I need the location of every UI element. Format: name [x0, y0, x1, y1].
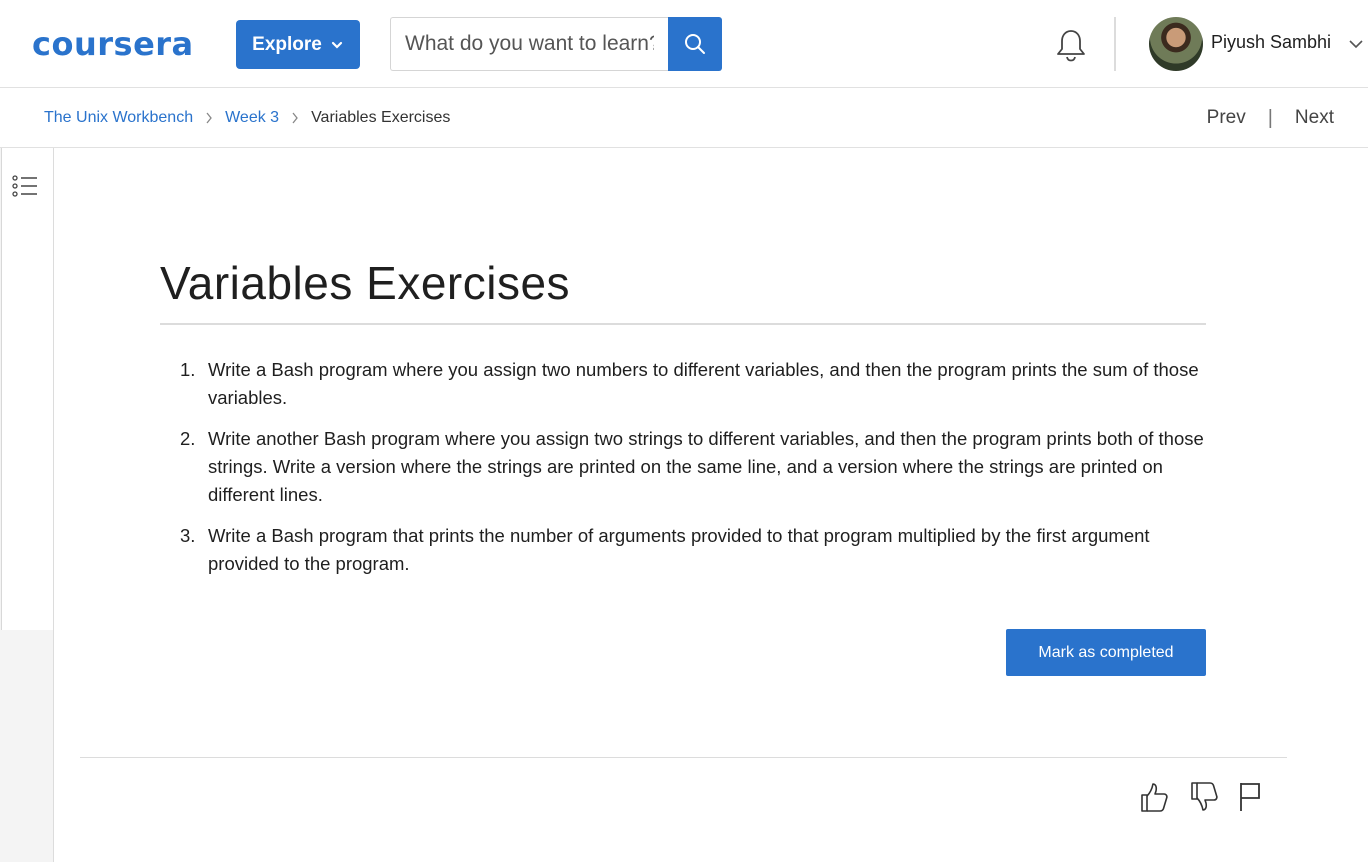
- exercise-list: 1. Write a Bash program where you assign…: [180, 356, 1210, 591]
- left-rail: [0, 148, 54, 862]
- nav-separator: |: [1267, 106, 1273, 129]
- thumbs-down-icon[interactable]: [1188, 780, 1220, 814]
- list-item: 3. Write a Bash program that prints the …: [180, 522, 1210, 578]
- chevron-right-icon: [292, 112, 298, 124]
- mark-completed-button[interactable]: Mark as completed: [1006, 629, 1206, 676]
- breadcrumb-bar: The Unix Workbench Week 3 Variables Exer…: [0, 88, 1368, 148]
- breadcrumb-week[interactable]: Week 3: [225, 109, 279, 127]
- user-name[interactable]: Piyush Sambhi: [1211, 32, 1331, 53]
- prev-next-nav: Prev | Next: [1207, 88, 1334, 148]
- notifications-button[interactable]: [1052, 26, 1090, 64]
- header-divider: [1114, 17, 1116, 71]
- breadcrumb-course[interactable]: The Unix Workbench: [44, 109, 193, 127]
- bell-icon: [1057, 30, 1085, 62]
- top-header: coursera Explore Piyush Sambhi: [0, 0, 1368, 88]
- search-input[interactable]: [390, 17, 668, 71]
- rail-panel: [1, 148, 53, 630]
- explore-button[interactable]: Explore: [236, 20, 360, 69]
- chevron-down-icon[interactable]: [1348, 38, 1364, 50]
- chevron-right-icon: [206, 112, 212, 124]
- list-number: 3.: [180, 525, 196, 546]
- thumbs-up-icon[interactable]: [1138, 780, 1170, 814]
- breadcrumb: The Unix Workbench Week 3 Variables Exer…: [44, 88, 450, 148]
- exercise-text: Write a Bash program that prints the num…: [208, 525, 1150, 574]
- footer-divider: [80, 757, 1287, 758]
- coursera-logo[interactable]: coursera: [32, 22, 194, 66]
- search-icon: [685, 34, 705, 54]
- next-link[interactable]: Next: [1295, 107, 1334, 129]
- list-number: 1.: [180, 359, 196, 380]
- page-title: Variables Exercises: [160, 257, 571, 309]
- list-item: 2. Write another Bash program where you …: [180, 425, 1210, 509]
- list-icon[interactable]: [11, 172, 39, 200]
- chevron-down-icon: [331, 41, 342, 49]
- list-number: 2.: [180, 428, 196, 449]
- prev-link[interactable]: Prev: [1207, 107, 1246, 129]
- list-item: 1. Write a Bash program where you assign…: [180, 356, 1210, 412]
- search-button[interactable]: [668, 17, 722, 71]
- explore-label: Explore: [252, 33, 322, 55]
- exercise-text: Write another Bash program where you ass…: [208, 428, 1204, 505]
- title-divider: [160, 323, 1206, 325]
- avatar[interactable]: [1149, 17, 1203, 71]
- exercise-text: Write a Bash program where you assign tw…: [208, 359, 1199, 408]
- breadcrumb-current: Variables Exercises: [311, 109, 451, 126]
- flag-icon[interactable]: [1236, 780, 1268, 814]
